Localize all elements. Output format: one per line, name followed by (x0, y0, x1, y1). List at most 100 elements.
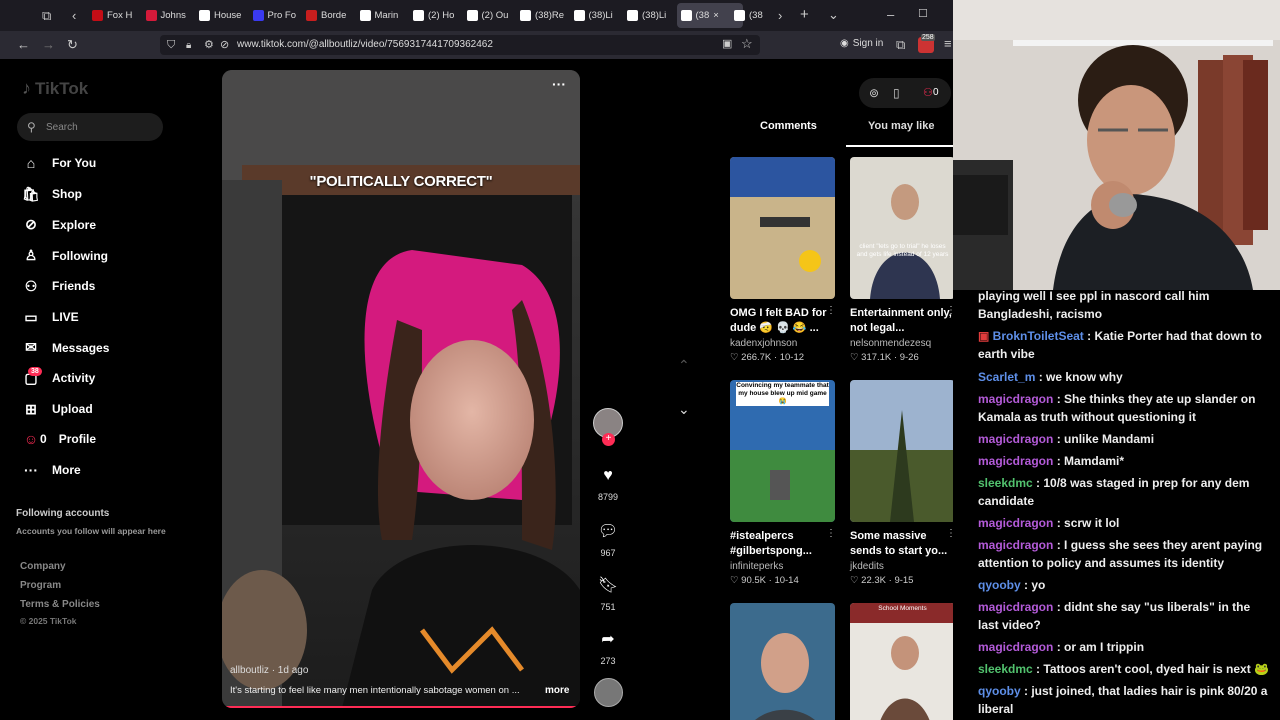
chat-username[interactable]: magicdragon (978, 432, 1053, 446)
recommended-video-card[interactable]: client "lets go to trial" he loses and g… (850, 157, 956, 363)
recommended-video-card[interactable]: School Moments (850, 603, 955, 720)
sidebar-item-upload[interactable]: ⊞ Upload (22, 401, 93, 418)
reload-icon[interactable]: ↻ (67, 38, 78, 51)
new-tab-icon[interactable]: + (800, 7, 809, 22)
search-input[interactable]: ⚲ Search (17, 113, 163, 141)
coin-icon[interactable]: ⊚ (869, 86, 879, 100)
card-title[interactable]: Entertainment only, not legal... (850, 306, 955, 336)
share-button[interactable]: ➦ 273 (593, 629, 623, 666)
sound-disc-icon[interactable] (594, 678, 623, 707)
card-title[interactable]: OMG I felt BAD for dude 🤕 💀 😂 ... (730, 306, 835, 336)
card-author[interactable]: kadenxjohnson (730, 338, 835, 349)
recommended-video-card[interactable] (730, 603, 835, 720)
extension-button[interactable]: 258 (918, 34, 935, 53)
chat-username[interactable]: magicdragon (978, 454, 1053, 468)
browser-tab[interactable]: (38 (730, 3, 780, 28)
tab-you-may-like[interactable]: You may like (868, 120, 934, 132)
video-thumbnail[interactable] (730, 603, 835, 720)
card-title[interactable]: Some massive sends to start yo... (850, 529, 955, 559)
save-button[interactable]: 🔖︎ 751 (593, 575, 623, 612)
video-more-options-icon[interactable]: ··· (552, 76, 566, 92)
card-options-icon[interactable]: ⋮ (826, 528, 836, 539)
card-author[interactable]: infiniteperks (730, 561, 835, 572)
sidebar-item-more[interactable]: ··· More (22, 462, 81, 478)
menu-icon[interactable]: ≡ (944, 37, 952, 50)
chat-username[interactable]: magicdragon (978, 392, 1053, 406)
extensions-icon[interactable]: ⧉ (896, 38, 905, 51)
footer-program-link[interactable]: Program (20, 580, 61, 591)
browser-tab[interactable]: (38)Li (570, 3, 620, 28)
tab-scroll-right-icon[interactable]: › (778, 9, 782, 22)
comment-button[interactable]: 💬︎ 967 (593, 521, 623, 558)
recommended-video-card[interactable]: Convincing my teammate that my house ble… (730, 380, 836, 586)
chat-username[interactable]: magicdragon (978, 538, 1053, 552)
video-thumbnail[interactable]: Convincing my teammate that my house ble… (730, 380, 835, 522)
video-author[interactable]: allboutliz (230, 665, 269, 676)
chat-username[interactable]: BroknToiletSeat (993, 329, 1084, 343)
footer-terms-link[interactable]: Terms & Policies (20, 599, 100, 610)
tab-overview-icon[interactable]: ⧉ (42, 9, 51, 22)
browser-tab[interactable]: Johns (142, 3, 192, 28)
footer-company-link[interactable]: Company (20, 561, 66, 572)
tab-close-icon[interactable]: × (713, 10, 719, 21)
browser-tab[interactable]: Borde (302, 3, 352, 28)
card-options-icon[interactable]: ⋮ (826, 305, 836, 316)
permissions-icon[interactable]: ⚙ (204, 39, 214, 52)
tab-list-icon[interactable]: ⌄ (828, 8, 839, 21)
previous-video-icon[interactable]: ⌃ (678, 357, 690, 374)
browser-tab[interactable]: Fox H (88, 3, 138, 28)
chat-username[interactable]: sleekdmc (978, 662, 1033, 676)
video-player[interactable]: "POLITICALLY CORRECT" ··· allboutliz · 1… (222, 70, 580, 708)
card-title[interactable]: #istealpercs #gilbertspong... (730, 529, 835, 559)
tab-scroll-left-icon[interactable]: ‹ (72, 9, 76, 22)
chat-username[interactable]: magicdragon (978, 516, 1053, 530)
browser-tab[interactable]: Marin (356, 3, 406, 28)
maximize-icon[interactable]: ☐ (918, 8, 928, 21)
browser-tab[interactable]: Pro Fo (249, 3, 299, 28)
sign-in-button[interactable]: ◉ Sign in (840, 38, 883, 49)
video-thumbnail[interactable]: School Moments (850, 603, 955, 720)
lock-icon[interactable]: 🔒︎ (186, 39, 191, 52)
shield-icon[interactable]: ⛉ (167, 39, 175, 52)
sidebar-item-live[interactable]: ▭ LIVE (22, 309, 78, 326)
like-button[interactable]: ♥ 8799 (593, 467, 623, 502)
bookmark-star-icon[interactable]: ☆ (741, 37, 753, 50)
chat-username[interactable]: magicdragon (978, 600, 1053, 614)
minimize-icon[interactable]: – (887, 8, 894, 21)
media-icon[interactable]: ⊘ (220, 39, 229, 52)
sidebar-item-messages[interactable]: ✉ Messages (22, 339, 109, 356)
browser-tab[interactable]: House (195, 3, 245, 28)
sidebar-item-shop[interactable]: 🛍︎ Shop (22, 186, 82, 203)
sidebar-item-explore[interactable]: ⊘ Explore (22, 216, 96, 233)
recommended-video-card[interactable]: Some massive sends to start yo... ⋮ jkdedi… (850, 380, 956, 586)
device-icon[interactable]: ▯ (893, 86, 900, 100)
sidebar-item-friends[interactable]: ⚇ Friends (22, 278, 96, 295)
recommended-video-card[interactable]: OMG I felt BAD for dude 🤕 💀 😂 ... ⋮ kadenx… (730, 157, 836, 363)
back-icon[interactable]: ← (17, 38, 30, 51)
browser-tab[interactable]: (2) Ho (409, 3, 459, 28)
follow-plus-icon[interactable]: + (602, 433, 615, 446)
forward-icon[interactable]: → (42, 38, 55, 51)
tiktok-logo[interactable]: ♪ TikTok (22, 78, 88, 99)
tab-comments[interactable]: Comments (760, 120, 817, 132)
sidebar-item-following[interactable]: ♙ Following (22, 247, 108, 264)
reader-view-icon[interactable]: ▣ (722, 38, 732, 51)
chat-username[interactable]: magicdragon (978, 640, 1053, 654)
card-author[interactable]: jkdedits (850, 561, 955, 572)
inbox-icon[interactable]: ⚇ (923, 86, 933, 99)
video-description-more[interactable]: more (545, 685, 569, 696)
browser-tab[interactable]: (38)Re (516, 3, 566, 28)
chat-username[interactable]: Scarlet_m (978, 370, 1035, 384)
browser-tab[interactable]: (38)Li (623, 3, 673, 28)
sidebar-item-for-you[interactable]: ⌂ For You (22, 155, 96, 171)
url-text[interactable]: www.tiktok.com/@allboutliz/video/7569317… (237, 39, 493, 50)
card-author[interactable]: nelsonmendezesq (850, 338, 955, 349)
sidebar-item-profile[interactable]: ☺ 0 Profile (22, 431, 96, 447)
browser-tab[interactable]: (2) Ou (463, 3, 513, 28)
video-thumbnail[interactable] (730, 157, 835, 299)
next-video-icon[interactable]: ⌄ (678, 401, 690, 418)
video-thumbnail[interactable] (850, 380, 955, 522)
chat-username[interactable]: qyooby (978, 684, 1021, 698)
chat-username[interactable]: qyooby (978, 578, 1021, 592)
chat-username[interactable]: sleekdmc (978, 476, 1033, 490)
